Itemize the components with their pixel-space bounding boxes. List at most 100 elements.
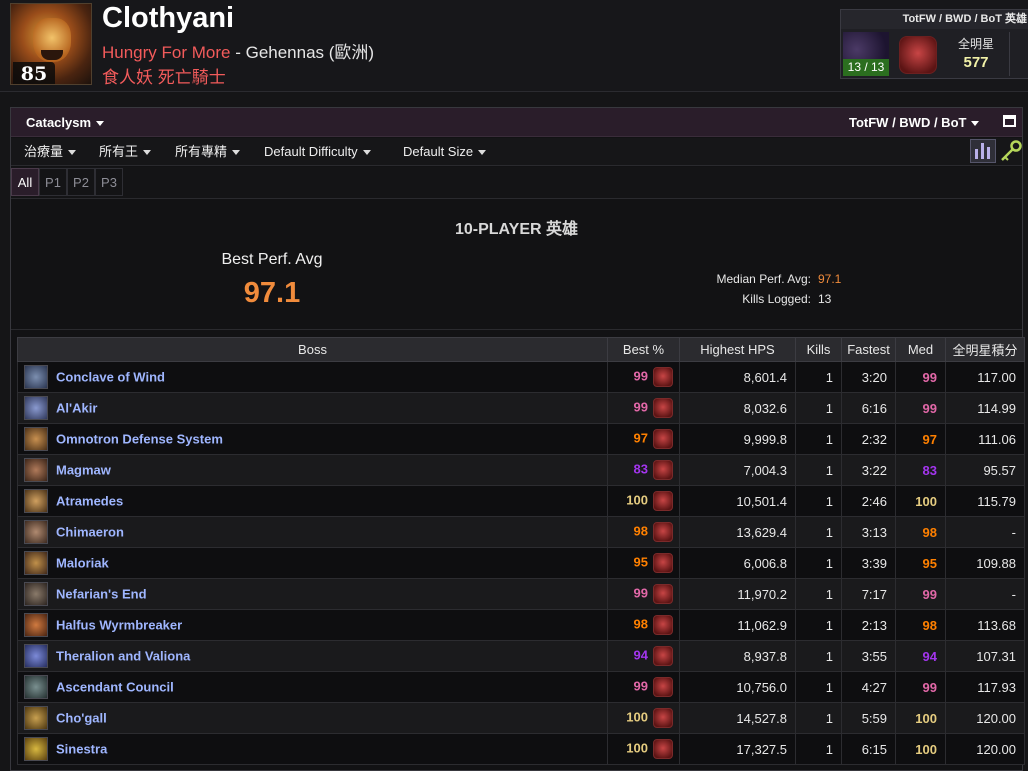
boss-name-link[interactable]: Magmaw (56, 463, 111, 478)
best-percent-cell[interactable]: 100 (607, 485, 680, 517)
boss-cell[interactable]: Magmaw (17, 454, 608, 486)
highest-hps-cell: 10,501.4 (679, 485, 796, 517)
allstar-score-cell: 115.79 (945, 485, 1025, 517)
boss-name-link[interactable]: Maloriak (56, 556, 109, 571)
boss-rankings-table: Boss Best % Highest HPS Kills Fastest Me… (17, 337, 1025, 765)
spec-filter-dropdown[interactable]: 所有專精 (175, 138, 241, 166)
highest-hps-cell: 13,629.4 (679, 516, 796, 548)
boss-cell[interactable]: Cho'gall (17, 702, 608, 734)
expansion-dropdown[interactable]: Cataclysm (26, 108, 105, 137)
guild-separator: - (230, 43, 246, 62)
median-cell: 95 (895, 547, 946, 579)
col-header-med[interactable]: Med (895, 337, 946, 362)
role-filter-dropdown[interactable]: 治療量 (24, 138, 77, 166)
class-spec-icon[interactable] (970, 139, 996, 163)
median-cell: 98 (895, 609, 946, 641)
best-percent-cell[interactable]: 98 (607, 609, 680, 641)
best-percent-value: 100 (626, 740, 648, 756)
boss-cell[interactable]: Omnotron Defense System (17, 423, 608, 455)
best-percent-cell[interactable]: 99 (607, 578, 680, 610)
allstar-score-cell: 120.00 (945, 702, 1025, 734)
best-perf-label: Best Perf. Avg (221, 251, 323, 268)
col-header-boss[interactable]: Boss (17, 337, 608, 362)
boss-filter-dropdown[interactable]: 所有王 (99, 138, 152, 166)
col-header-score[interactable]: 全明星積分 (945, 337, 1025, 362)
boss-name-link[interactable]: Ascendant Council (56, 680, 174, 695)
zone-thumbnail-icon: 13 / 13 (843, 32, 889, 76)
highest-hps-cell: 9,999.8 (679, 423, 796, 455)
difficulty-filter-dropdown[interactable]: Default Difficulty (264, 138, 371, 166)
tab-p2[interactable]: P2 (67, 168, 95, 196)
best-percent-cell[interactable]: 99 (607, 392, 680, 424)
best-percent-cell[interactable]: 98 (607, 516, 680, 548)
best-percent-cell[interactable]: 100 (607, 702, 680, 734)
best-percent-cell[interactable]: 83 (607, 454, 680, 486)
fastest-cell: 6:15 (841, 733, 896, 765)
boss-name-link[interactable]: Halfus Wyrmbreaker (56, 618, 182, 633)
boss-name-link[interactable]: Al'Akir (56, 401, 97, 416)
allstar-mini-icon (653, 398, 673, 418)
boss-name-link[interactable]: Theralion and Valiona (56, 649, 190, 664)
boss-cell[interactable]: Chimaeron (17, 516, 608, 548)
best-percent-value: 94 (633, 647, 648, 663)
guild-link[interactable]: Hungry For More (102, 43, 230, 62)
tab-p3[interactable]: P3 (95, 168, 123, 196)
server-name[interactable]: Gehennas (歐洲) (246, 43, 375, 62)
size-filter-dropdown[interactable]: Default Size (403, 138, 487, 166)
boss-portrait-icon (24, 520, 48, 544)
col-header-kills[interactable]: Kills (795, 337, 842, 362)
best-percent-cell[interactable]: 94 (607, 640, 680, 672)
boss-cell[interactable]: Conclave of Wind (17, 361, 608, 393)
zone-summary-box[interactable]: TotFW / BWD / BoT 英雄 13 / 13 全明星 577 (840, 9, 1028, 79)
spec-filter-label: 所有專精 (175, 144, 228, 159)
boss-name-link[interactable]: Sinestra (56, 742, 107, 757)
best-percent-value: 100 (626, 709, 648, 725)
kills-cell: 1 (795, 361, 842, 393)
tab-p1[interactable]: P1 (39, 168, 67, 196)
median-cell: 83 (895, 454, 946, 486)
boss-name-link[interactable]: Conclave of Wind (56, 370, 165, 385)
best-percent-cell[interactable]: 100 (607, 733, 680, 765)
key-icon[interactable] (999, 139, 1023, 163)
allstar-score-cell: 113.68 (945, 609, 1025, 641)
boss-name-link[interactable]: Cho'gall (56, 711, 107, 726)
table-header-row: Boss Best % Highest HPS Kills Fastest Me… (17, 337, 1025, 362)
allstar-mini-icon (653, 584, 673, 604)
fastest-cell: 3:55 (841, 640, 896, 672)
fastest-cell: 5:59 (841, 702, 896, 734)
expand-window-icon[interactable] (1003, 115, 1016, 127)
fastest-cell: 2:32 (841, 423, 896, 455)
boss-name-link[interactable]: Chimaeron (56, 525, 124, 540)
boss-cell[interactable]: Halfus Wyrmbreaker (17, 609, 608, 641)
chevron-down-icon (96, 121, 105, 127)
median-cell: 99 (895, 578, 946, 610)
best-percent-cell[interactable]: 95 (607, 547, 680, 579)
allstar-score-cell: 109.88 (945, 547, 1025, 579)
best-perf-value: 97.1 (243, 277, 301, 309)
best-percent-cell[interactable]: 97 (607, 423, 680, 455)
boss-name-link[interactable]: Omnotron Defense System (56, 432, 223, 447)
boss-name-link[interactable]: Atramedes (56, 494, 123, 509)
col-header-fastest[interactable]: Fastest (841, 337, 896, 362)
boss-cell[interactable]: Al'Akir (17, 392, 608, 424)
table-row: Conclave of Wind 99 8,601.4 1 3:20 99 117.00 (17, 361, 1025, 393)
kills-cell: 1 (795, 485, 842, 517)
zone-dropdown[interactable]: TotFW / BWD / BoT (849, 108, 980, 137)
character-avatar[interactable]: 85 (10, 3, 92, 85)
fastest-cell: 2:46 (841, 485, 896, 517)
col-header-hps[interactable]: Highest HPS (679, 337, 796, 362)
best-percent-cell[interactable]: 99 (607, 671, 680, 703)
boss-cell[interactable]: Atramedes (17, 485, 608, 517)
boss-cell[interactable]: Theralion and Valiona (17, 640, 608, 672)
character-header: 85 Clothyani Hungry For More - Gehennas … (0, 0, 1028, 92)
col-header-best[interactable]: Best % (607, 337, 680, 362)
boss-cell[interactable]: Nefarian's End (17, 578, 608, 610)
best-percent-cell[interactable]: 99 (607, 361, 680, 393)
boss-cell[interactable]: Ascendant Council (17, 671, 608, 703)
boss-name-link[interactable]: Nefarian's End (56, 587, 147, 602)
best-percent-value: 95 (633, 554, 648, 570)
boss-cell[interactable]: Sinestra (17, 733, 608, 765)
boss-cell[interactable]: Maloriak (17, 547, 608, 579)
highest-hps-cell: 11,062.9 (679, 609, 796, 641)
tab-all[interactable]: All (11, 168, 39, 196)
